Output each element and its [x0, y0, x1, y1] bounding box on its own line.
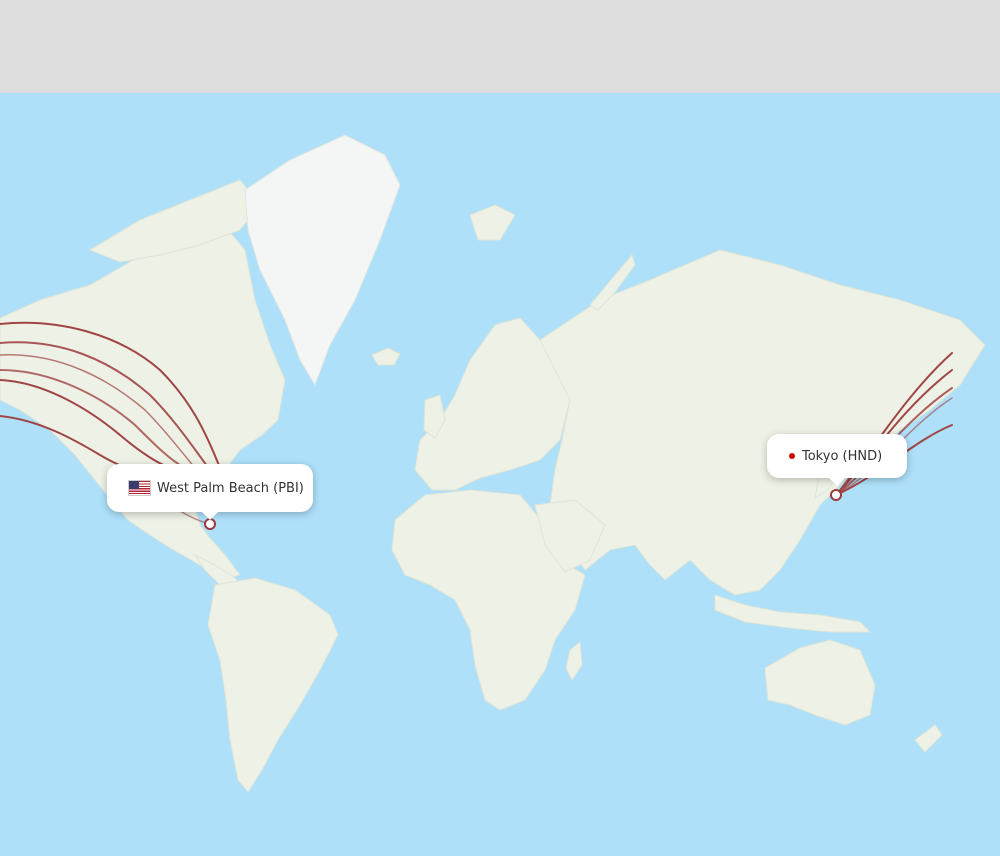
iceland	[371, 347, 401, 366]
top-band	[0, 0, 1000, 93]
origin-label: West Palm Beach (PBI)	[157, 480, 304, 496]
indonesia	[714, 594, 872, 633]
svalbard	[469, 204, 516, 241]
new-zealand	[914, 724, 943, 753]
asia	[539, 249, 986, 596]
origin-popup[interactable]: West Palm Beach (PBI)	[107, 464, 313, 520]
australia	[764, 639, 876, 726]
red-dot-icon	[789, 453, 795, 459]
hnd-airport-marker[interactable]	[830, 489, 842, 501]
destination-popup[interactable]: Tokyo (HND)	[767, 434, 907, 486]
destination-label: Tokyo (HND)	[802, 448, 883, 464]
south-america	[207, 577, 339, 793]
us-flag-icon	[128, 480, 151, 496]
north-america	[0, 231, 286, 581]
madagascar	[565, 641, 583, 681]
